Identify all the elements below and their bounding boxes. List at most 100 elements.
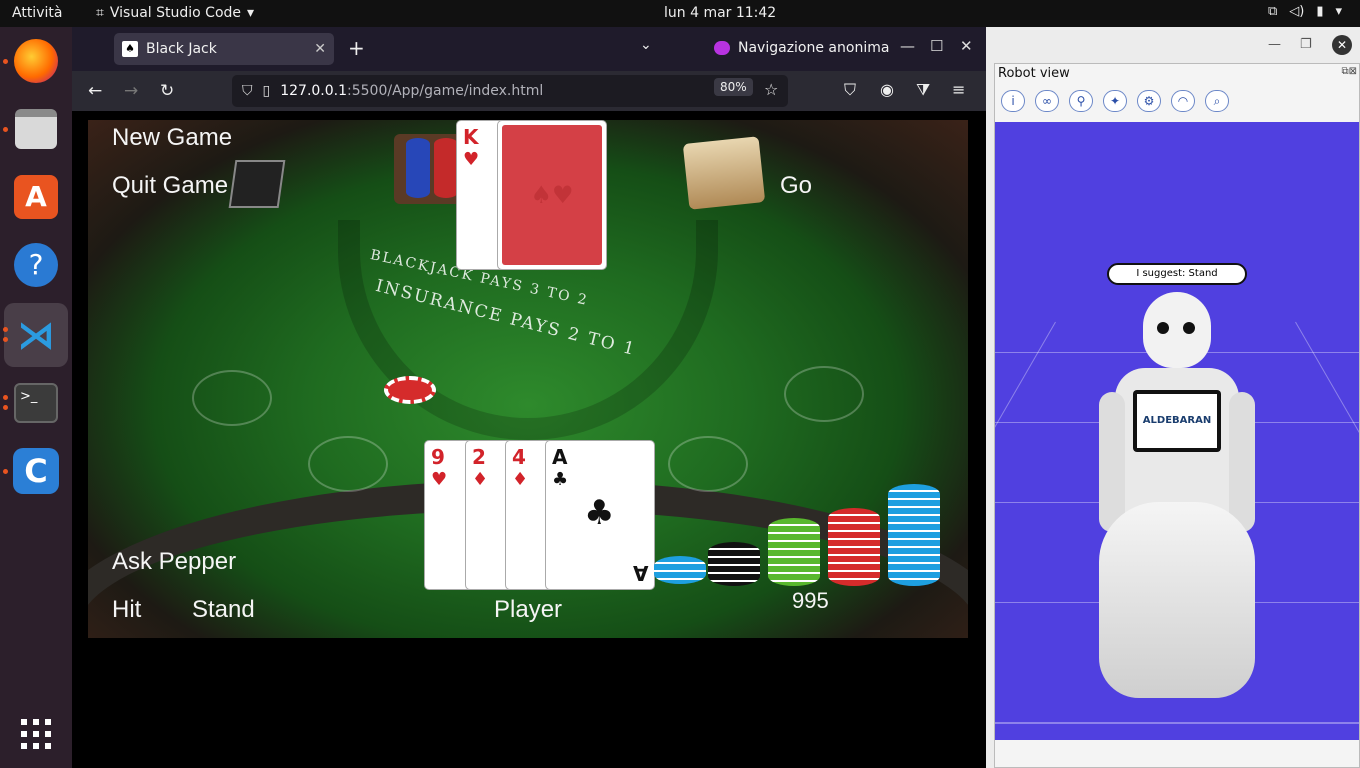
clock[interactable]: lun 4 mar 11:42 — [664, 5, 776, 21]
stand-button[interactable]: Stand — [192, 596, 255, 624]
app-center-icon[interactable]: A — [12, 173, 60, 221]
top-bar: Attività ⌗ Visual Studio Code ▾ lun 4 ma… — [0, 0, 1360, 27]
account-icon[interactable]: ◉ — [880, 80, 894, 99]
activities-button[interactable]: Attività — [12, 5, 62, 21]
url-path: :5500/App/game/index.html — [347, 83, 544, 99]
terminal-icon[interactable]: >_ — [12, 379, 60, 427]
running-indicator — [3, 395, 8, 400]
menu-icon[interactable]: ≡ — [952, 80, 965, 99]
restore-button[interactable]: ❐ — [1300, 37, 1312, 52]
chip-stack-blue[interactable] — [888, 484, 940, 586]
go-button[interactable]: Go — [780, 172, 812, 200]
minimize-button[interactable]: — — [900, 37, 915, 55]
robot-view-panel: Robot view ⧉⊠ i ∞ ⚲ ✦ ⚙ ◠ ⌕ I suggest: S… — [994, 63, 1360, 768]
page-icon: ▯ — [262, 83, 271, 99]
maximize-button[interactable]: ☐ — [930, 37, 943, 55]
minimize-button[interactable]: — — [1268, 37, 1281, 52]
extensions-icon[interactable]: ⧩ — [916, 80, 930, 100]
robot-3d-scene[interactable]: I suggest: Stand ALDEBARAN — [995, 122, 1359, 740]
player-label: Player — [494, 596, 563, 623]
files-icon[interactable] — [12, 105, 60, 153]
reload-button[interactable]: ↻ — [160, 81, 174, 101]
chevron-down-icon: ▾ — [247, 5, 255, 21]
player-card: A ♣ ♣ A — [545, 440, 655, 590]
card-rank: 9 — [431, 445, 445, 469]
url-bar[interactable]: ⛉ ▯ 127.0.0.1 :5500/App/game/index.html — [232, 75, 788, 107]
tablet-logo: ALDEBARAN — [1137, 394, 1217, 448]
tab-black-jack[interactable]: ♠ Black Jack ✕ — [114, 33, 334, 65]
chip-stack-black[interactable] — [708, 542, 760, 586]
chip-stack-blue-small[interactable] — [654, 556, 706, 584]
robot-star-icon[interactable]: ✦ — [1103, 90, 1127, 112]
grid-line — [995, 722, 1359, 724]
chip-count: 995 — [792, 588, 829, 613]
dock: A ? ⋊ >_ C — [0, 27, 72, 768]
card-rank-bottom: A — [632, 561, 648, 585]
tray-chip-stack — [406, 138, 430, 198]
show-apps-icon[interactable] — [12, 710, 60, 758]
volume-icon: ◁) — [1289, 4, 1305, 19]
private-mask-icon — [714, 41, 730, 55]
new-game-button[interactable]: New Game — [112, 124, 232, 152]
speech-bubble: I suggest: Stand — [1107, 263, 1247, 285]
card-suit: ♣ — [552, 469, 569, 490]
card-shoe — [682, 136, 766, 210]
betting-spot — [668, 436, 748, 492]
new-tab-button[interactable]: + — [348, 36, 365, 60]
hit-button[interactable]: Hit — [112, 596, 141, 624]
system-tray[interactable]: ⧉ ◁) ▮ ▾ — [1268, 4, 1342, 19]
card-rank: K — [463, 125, 479, 149]
tab-favicon-icon: ♠ — [122, 41, 138, 57]
app-c-icon[interactable]: C — [12, 447, 60, 495]
visibility-icon[interactable]: ∞ — [1035, 90, 1059, 112]
robot-view-window: — ❐ ✕ Robot view ⧉⊠ i ∞ ⚲ ✦ ⚙ ◠ ⌕ I sugg… — [986, 27, 1360, 768]
robot-pose-icon[interactable]: ⚲ — [1069, 90, 1093, 112]
forward-button[interactable]: → — [124, 81, 138, 101]
back-button[interactable]: ← — [88, 81, 102, 101]
card-rank: 4 — [512, 445, 526, 469]
close-window-button[interactable]: ✕ — [960, 37, 973, 55]
tray-chip-stack — [434, 138, 458, 198]
robot-zoom-icon[interactable]: ⌕ — [1205, 90, 1229, 112]
private-label: Navigazione anonima — [738, 40, 890, 56]
list-tabs-chevron-icon[interactable]: ⌄ — [640, 37, 652, 53]
card-suit: ♥ — [431, 469, 448, 490]
robot-head — [1143, 292, 1211, 368]
robot-base — [1099, 502, 1255, 698]
close-tab-icon[interactable]: ✕ — [314, 41, 326, 57]
panel-controls[interactable]: ⧉⊠ — [1341, 66, 1357, 77]
bookmark-star-icon[interactable]: ☆ — [764, 80, 778, 99]
betting-spot — [192, 370, 272, 426]
shield-icon[interactable]: ⛉ — [242, 83, 253, 99]
running-indicator — [3, 405, 8, 410]
robot-torso: ALDEBARAN — [1115, 368, 1239, 518]
card-suit: ♦ — [472, 469, 489, 490]
battery-icon: ▮ — [1316, 4, 1324, 19]
robot-window-titlebar: — ❐ ✕ — [986, 27, 1360, 63]
grid-line — [995, 321, 1056, 686]
close-window-button[interactable]: ✕ — [1332, 35, 1352, 55]
private-browsing-indicator: Navigazione anonima — [714, 40, 889, 56]
robot-right-arm — [1229, 392, 1255, 532]
tab-bar: ♠ Black Jack ✕ + ⌄ Navigazione anonima —… — [72, 27, 986, 71]
blackjack-table: BLACKJACK PAYS 3 TO 2 INSURANCE PAYS 2 T… — [88, 120, 968, 638]
card-suit: ♥ — [463, 149, 480, 170]
vscode-icon[interactable]: ⋊ — [12, 311, 60, 359]
ask-pepper-button[interactable]: Ask Pepper — [112, 548, 236, 576]
dealer-hidden-card: ♠♥ — [497, 120, 607, 270]
chip-stack-red[interactable] — [828, 508, 880, 586]
robot-tablet[interactable]: ALDEBARAN — [1133, 390, 1221, 452]
running-indicator — [3, 327, 8, 332]
chip-stack-green[interactable] — [768, 518, 820, 586]
robot-eye — [1183, 322, 1195, 334]
card-center-suit: ♣ — [584, 493, 615, 533]
app-menu[interactable]: ⌗ Visual Studio Code ▾ — [96, 5, 254, 21]
robot-sensor-icon[interactable]: ◠ — [1171, 90, 1195, 112]
quit-game-button[interactable]: Quit Game — [112, 172, 228, 200]
pocket-icon[interactable]: ⛉ — [844, 80, 856, 100]
info-icon[interactable]: i — [1001, 90, 1025, 112]
zoom-level-button[interactable]: 80% — [714, 78, 753, 96]
firefox-icon[interactable] — [12, 37, 60, 85]
robot-gear-icon[interactable]: ⚙ — [1137, 90, 1161, 112]
help-icon[interactable]: ? — [12, 241, 60, 289]
